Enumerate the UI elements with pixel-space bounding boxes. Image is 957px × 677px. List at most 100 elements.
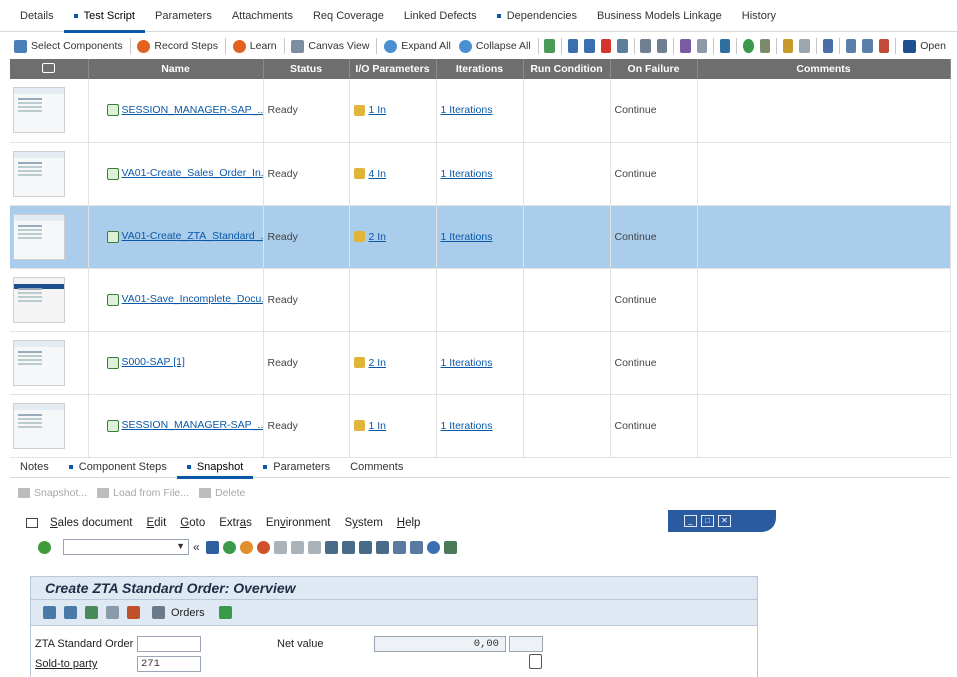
- on-failure-cell[interactable]: Continue: [610, 331, 698, 395]
- tab-attachments[interactable]: Attachments: [222, 0, 303, 32]
- run-icon[interactable]: [822, 39, 834, 53]
- refresh-icon[interactable]: [743, 39, 754, 53]
- group-icon[interactable]: [617, 39, 628, 53]
- component-name-link[interactable]: SESSION_MANAGER-SAP_...: [122, 104, 263, 116]
- io-parameters-link[interactable]: 2 In: [369, 231, 387, 243]
- tab-business-models-linkage[interactable]: Business Models Linkage: [587, 0, 732, 32]
- delete-icon[interactable]: [600, 39, 612, 53]
- parameters-icon[interactable]: [719, 39, 731, 53]
- on-failure-cell[interactable]: Continue: [610, 142, 698, 206]
- io-parameters-link[interactable]: 1 In: [369, 420, 387, 432]
- component-name-link[interactable]: S000-SAP [1]: [122, 356, 185, 368]
- tab-req-coverage[interactable]: Req Coverage: [303, 0, 394, 32]
- table-row[interactable]: VA01-Save_Incomplete_Docu... Ready Conti…: [10, 268, 951, 332]
- run-condition-cell[interactable]: [523, 205, 611, 269]
- comments-cell[interactable]: [697, 394, 951, 458]
- column-header-comments[interactable]: Comments: [697, 59, 951, 79]
- toolbar-separator: [129, 38, 131, 54]
- sap-window-controls: _ □ ✕: [668, 510, 776, 532]
- record-steps-button[interactable]: Record Steps: [133, 35, 222, 57]
- snapshot-button[interactable]: Snapshot...: [18, 487, 87, 499]
- learn-button[interactable]: Learn: [229, 35, 281, 57]
- comments-cell[interactable]: [697, 331, 951, 395]
- tab-dot-icon: [186, 464, 191, 469]
- user-icon[interactable]: [759, 39, 771, 53]
- collapse-all-button[interactable]: Collapse All: [455, 35, 535, 57]
- bottom-tab-component-steps[interactable]: Component Steps: [59, 456, 177, 478]
- load-from-file-button[interactable]: Load from File...: [97, 487, 189, 499]
- bottom-tab-comments[interactable]: Comments: [340, 456, 413, 478]
- table-row[interactable]: VA01-Create_Sales_Order_In... Ready 4 In…: [10, 142, 951, 206]
- snapshot-thumbnail[interactable]: [13, 339, 65, 386]
- iterations-link[interactable]: 1 Iterations: [441, 168, 493, 180]
- io-parameters-link[interactable]: 1 In: [369, 104, 387, 116]
- component-name-link[interactable]: VA01-Create_ZTA_Standard_...: [122, 230, 263, 242]
- column-header-name[interactable]: Name: [88, 59, 264, 79]
- run-condition-cell[interactable]: [523, 268, 611, 332]
- select-all-icon[interactable]: [640, 39, 651, 53]
- canvas-view-button[interactable]: Canvas View: [287, 35, 373, 57]
- unlink-icon[interactable]: [799, 39, 810, 53]
- tab-dependencies[interactable]: Dependencies: [487, 0, 587, 32]
- snapshot-thumbnail[interactable]: [13, 87, 65, 134]
- component-name-link[interactable]: VA01-Create_Sales_Order_In...: [122, 167, 263, 179]
- move-down-icon[interactable]: [584, 39, 595, 53]
- snapshot-thumbnail[interactable]: [13, 213, 65, 260]
- bottom-tab-parameters[interactable]: Parameters: [253, 456, 340, 478]
- column-header-snapshot[interactable]: [10, 59, 89, 79]
- iterations-cell: 1 Iterations: [436, 394, 524, 458]
- run-condition-cell[interactable]: [523, 142, 611, 206]
- on-failure-cell[interactable]: Continue: [610, 205, 698, 269]
- on-failure-cell[interactable]: Continue: [610, 79, 698, 143]
- link-icon[interactable]: [782, 39, 794, 53]
- column-header-io-parameters[interactable]: I/O Parameters: [349, 59, 437, 79]
- snapshot-thumbnail[interactable]: [13, 402, 65, 449]
- run-condition-cell[interactable]: [523, 331, 611, 395]
- tab-linked-defects[interactable]: Linked Defects: [394, 0, 487, 32]
- run-condition-cell[interactable]: [523, 79, 611, 143]
- column-header-status[interactable]: Status: [263, 59, 350, 79]
- iterations-link[interactable]: 1 Iterations: [441, 357, 493, 369]
- expand-all-button[interactable]: Expand All: [380, 35, 455, 57]
- table-row[interactable]: SESSION_MANAGER-SAP_... Ready 1 In 1 Ite…: [10, 79, 951, 143]
- iterations-link[interactable]: 1 Iterations: [441, 420, 493, 432]
- tools-icon[interactable]: [680, 39, 691, 53]
- io-parameters-link[interactable]: 4 In: [369, 168, 387, 180]
- comments-cell[interactable]: [697, 205, 951, 269]
- list-icon[interactable]: [878, 39, 890, 53]
- open-button[interactable]: Open: [899, 35, 950, 57]
- table-row[interactable]: VA01-Create_ZTA_Standard_... Ready 2 In …: [10, 205, 951, 269]
- component-name-link[interactable]: SESSION_MANAGER-SAP_...: [122, 419, 263, 431]
- select-components-button[interactable]: Select Components: [10, 35, 127, 57]
- column-header-run-condition[interactable]: Run Condition: [523, 59, 611, 79]
- grid-icon[interactable]: [862, 39, 873, 53]
- iterations-link[interactable]: 1 Iterations: [441, 104, 493, 116]
- column-header-iterations[interactable]: Iterations: [436, 59, 524, 79]
- on-failure-cell[interactable]: Continue: [610, 268, 698, 332]
- comments-cell[interactable]: [697, 79, 951, 143]
- snapshot-thumbnail[interactable]: [13, 150, 65, 197]
- run-condition-cell[interactable]: [523, 394, 611, 458]
- snapshot-thumbnail[interactable]: [13, 276, 65, 323]
- iterations-link[interactable]: 1 Iterations: [441, 231, 493, 243]
- document-icon[interactable]: [696, 39, 708, 53]
- deselect-icon[interactable]: [656, 39, 668, 53]
- component-name-link[interactable]: VA01-Save_Incomplete_Docu...: [122, 293, 263, 305]
- tab-history[interactable]: History: [732, 0, 786, 32]
- delete-snapshot-button[interactable]: Delete: [199, 487, 245, 499]
- tab-details[interactable]: Details: [10, 0, 64, 32]
- table-row[interactable]: S000-SAP [1] Ready 2 In 1 Iterations Con…: [10, 331, 951, 395]
- bottom-tab-notes[interactable]: Notes: [10, 456, 59, 478]
- tab-test-script[interactable]: Test Script: [63, 0, 146, 33]
- io-parameters-link[interactable]: 2 In: [369, 357, 387, 369]
- move-up-icon[interactable]: [567, 39, 579, 53]
- on-failure-cell[interactable]: Continue: [610, 394, 698, 458]
- report-icon[interactable]: [845, 39, 857, 53]
- comments-cell[interactable]: [697, 142, 951, 206]
- table-row[interactable]: SESSION_MANAGER-SAP_... Ready 1 In 1 Ite…: [10, 394, 951, 458]
- bottom-tab-snapshot[interactable]: Snapshot: [176, 456, 254, 479]
- tab-parameters[interactable]: Parameters: [145, 0, 222, 32]
- column-header-on-failure[interactable]: On Failure: [610, 59, 698, 79]
- comments-cell[interactable]: [697, 268, 951, 332]
- component-icon[interactable]: [544, 39, 555, 53]
